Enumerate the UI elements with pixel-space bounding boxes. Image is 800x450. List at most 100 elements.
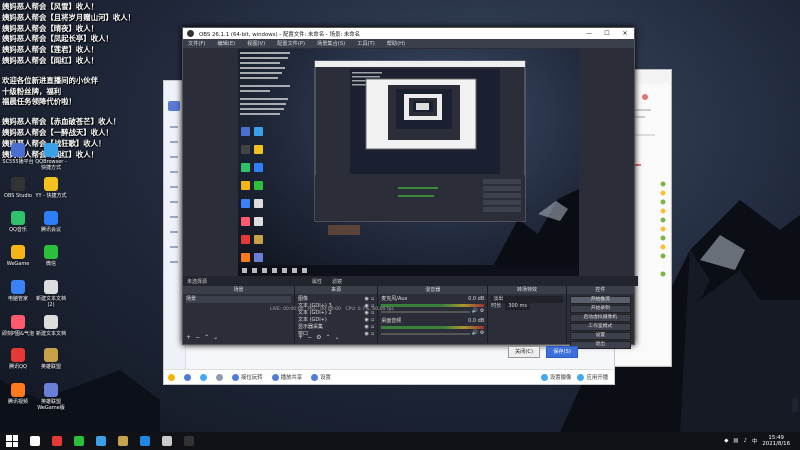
volume-slider[interactable] (381, 332, 470, 335)
start-live-button[interactable]: 应用开播 (577, 373, 608, 381)
lock-icon[interactable]: ▫ (371, 317, 374, 324)
menu-tools[interactable]: 工具(T) (357, 40, 375, 47)
menu-edit[interactable]: 编辑(E) (217, 40, 235, 47)
maximize-button[interactable]: ☐ (598, 30, 616, 37)
toolbar-item-share[interactable]: 播放共享 (271, 373, 302, 381)
scroll-handle[interactable] (792, 398, 798, 412)
add-source-button[interactable]: + (298, 334, 303, 341)
desktop-icon[interactable]: 英雄联盟 (35, 348, 67, 370)
virtual-camera-button[interactable]: 启动虚拟摄像机 (569, 314, 631, 322)
desktop-icon[interactable]: OBS Studio (2, 177, 34, 199)
desktop-icon[interactable]: YY - 快捷方式 (35, 177, 67, 199)
ime-indicator[interactable]: 中 (752, 437, 757, 445)
toolbar-item[interactable] (200, 373, 207, 381)
eye-icon[interactable]: ◉ (365, 324, 369, 331)
menu-help[interactable]: 帮助(H) (387, 40, 405, 47)
remove-source-button[interactable]: − (307, 334, 312, 341)
speaker-icon[interactable]: 🔊 (472, 308, 478, 315)
menu-scene-collection[interactable]: 场景集合(S) (317, 40, 345, 47)
chat-line: 姨妈恶人帮会【风雪】收人！ (2, 2, 99, 11)
duration-input[interactable]: 300 ms (505, 303, 530, 310)
channel-name: 桌面音频 (381, 318, 402, 324)
gear-icon[interactable]: ⚙ (316, 334, 321, 341)
obs-window[interactable]: OBS 26.1.1 (64-bit, windows) - 配置文件: 未命名… (182, 27, 638, 349)
toolbar-item[interactable] (184, 373, 191, 381)
move-up-button[interactable]: ⌃ (204, 334, 209, 341)
desktop-icon[interactable]: QQBrowser - 快捷方式 (35, 143, 67, 171)
add-scene-button[interactable]: + (186, 334, 191, 341)
toolbar-item-settings[interactable]: 设置 (311, 373, 331, 381)
volume-slider[interactable] (381, 310, 470, 313)
speaker-icon[interactable]: 🔊 (472, 330, 478, 337)
gear-icon[interactable]: ⚙ (480, 308, 484, 315)
remove-scene-button[interactable]: − (195, 334, 200, 341)
toolbar-label: 应用开播 (586, 375, 608, 381)
desktop-icon[interactable]: QQ音乐 (2, 211, 34, 233)
toolbar-label: 接位玩转 (241, 375, 263, 381)
volume-meter (381, 326, 485, 329)
scene-item[interactable]: 场景 (186, 296, 291, 303)
desktop-icon[interactable]: 腾讯会议 (35, 211, 67, 233)
desktop-icon[interactable]: 微信 (35, 245, 67, 267)
close-button[interactable]: ✕ (616, 30, 634, 37)
clock[interactable]: 15:49 2021/8/16 (762, 435, 790, 448)
start-streaming-button[interactable]: 开始推流 (569, 296, 631, 304)
start-recording-button[interactable]: 开始录制 (569, 305, 631, 313)
volume-icon[interactable]: ♪ (744, 438, 747, 444)
desktop-icon-label: 腾讯会议 (40, 227, 61, 233)
lock-icon[interactable]: ▫ (371, 331, 374, 338)
properties-button[interactable]: 属性 (312, 278, 322, 285)
settings-button[interactable]: 设置 (569, 332, 631, 340)
desktop-icon[interactable]: 即刻P图&气泡 (2, 315, 34, 337)
toolbar-item-play[interactable]: 接位玩转 (232, 373, 263, 381)
exit-button[interactable]: 退出 (569, 341, 631, 349)
desktop-icon[interactable]: SC555播平台 (2, 143, 34, 165)
source-item[interactable]: 文本 (GDI+) ◉ ▫ (298, 317, 374, 324)
desktop-icon[interactable]: 新建文本文档 (2) (35, 280, 67, 308)
source-item[interactable]: 显示器采集 ◉ ▫ (298, 324, 374, 331)
desktop-icon[interactable]: 腾讯视频 (2, 383, 34, 405)
lock-icon[interactable]: ▫ (371, 296, 374, 303)
desktop-icon[interactable]: 英雄联盟WeGame版 (35, 383, 67, 411)
filters-button[interactable]: 滤镜 (332, 278, 342, 285)
toolbar-item[interactable] (168, 373, 175, 381)
app-icon (11, 143, 25, 157)
eye-icon[interactable]: ◉ (365, 296, 369, 303)
dock-title: 混音器 (378, 286, 488, 294)
taskbar-app-icon[interactable] (74, 436, 84, 446)
taskbar-app-icon[interactable] (184, 436, 194, 446)
move-down-button[interactable]: ⌄ (334, 334, 339, 341)
menu-view[interactable]: 视图(V) (247, 40, 265, 47)
desktop-icon[interactable]: 新建文本文档 (35, 315, 67, 337)
taskbar-app-icon[interactable] (30, 436, 40, 446)
menu-file[interactable]: 文件(F) (188, 40, 205, 47)
taskbar-app-icon[interactable] (140, 436, 150, 446)
desktop-icon[interactable]: WeGame (2, 245, 34, 267)
transition-select[interactable]: 淡出 (491, 296, 563, 303)
close-dialog-button[interactable]: 关闭(C) (508, 346, 540, 358)
system-tray: ◆ ▤ ♪ 中 15:49 2021/8/16 (724, 435, 800, 448)
studio-mode-button[interactable]: 工作室模式 (569, 323, 631, 331)
eye-icon[interactable]: ◉ (365, 331, 369, 338)
source-item[interactable]: 图像 ◉ ▫ (298, 296, 374, 303)
taskbar-app-icon[interactable] (118, 436, 128, 446)
minimize-button[interactable]: — (580, 30, 598, 37)
taskbar-app-icon[interactable] (96, 436, 106, 446)
eye-icon[interactable]: ◉ (365, 317, 369, 324)
gear-icon[interactable]: ⚙ (480, 330, 484, 337)
move-up-button[interactable]: ⌃ (325, 334, 330, 341)
taskbar-app-icon[interactable] (162, 436, 172, 446)
shield-icon[interactable]: ◆ (724, 438, 728, 444)
camera-setting-button[interactable]: 设置摄像 (540, 373, 571, 381)
menu-profile[interactable]: 配置文件(P) (277, 40, 305, 47)
desktop-icon[interactable]: 电脑管家 (2, 280, 34, 302)
move-down-button[interactable]: ⌄ (213, 334, 218, 341)
taskbar-app-icon[interactable] (52, 436, 62, 446)
lock-icon[interactable]: ▫ (371, 324, 374, 331)
obs-preview[interactable] (238, 49, 579, 276)
toolbar-item[interactable] (216, 373, 223, 381)
save-button[interactable]: 保存(S) (546, 346, 578, 358)
start-button[interactable] (6, 435, 18, 447)
network-icon[interactable]: ▤ (733, 438, 738, 444)
desktop-icon[interactable]: 腾讯QQ (2, 348, 34, 370)
